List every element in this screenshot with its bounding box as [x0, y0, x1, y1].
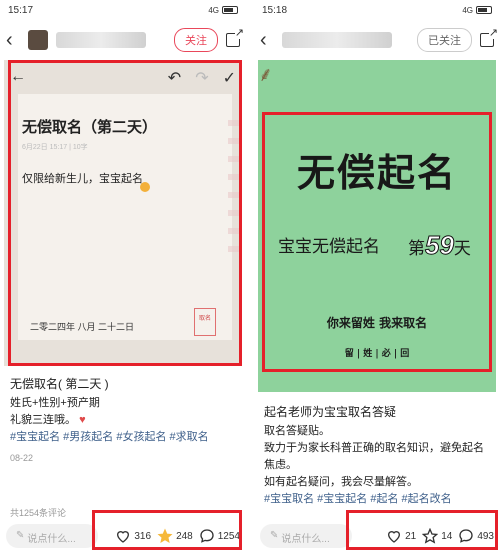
back-arrow-icon[interactable]: ‹ — [6, 29, 20, 52]
like-button[interactable]: 316 — [115, 528, 151, 544]
comparison-screenshot: 15:17 4G ‹ 关注 ← ↶ ↷ ✓ 无偿取 — [0, 0, 500, 557]
arrow-left-icon: ← — [10, 68, 26, 85]
post-line: 礼貌三连哦。 ♥ — [10, 414, 86, 426]
pencil-icon: ✎ — [270, 530, 279, 541]
status-time: 15:18 — [262, 4, 288, 16]
bottom-action-bar: ✎ 说点什么... 316 248 1254 — [0, 520, 246, 552]
bottom-action-bar: ✎ 说点什么... 21 14 493 — [254, 520, 500, 552]
post-description: 无偿取名( 第二天 ) 姓氏+性别+预产期 礼貌三连哦。 ♥ #宝宝起名 #男孩… — [10, 376, 240, 467]
post-header: ‹ 已关注 — [254, 20, 500, 60]
star-icon — [422, 528, 439, 544]
comment-button[interactable]: 1254 — [199, 528, 240, 544]
battery-icon — [476, 6, 492, 14]
note-body: 仅限给新生儿，宝宝起名 — [22, 173, 143, 185]
post-hashtags[interactable]: #宝宝取名 #宝宝起名 #起名 #起名改名 — [264, 491, 494, 508]
status-bar: 15:17 4G — [0, 0, 246, 20]
battery-icon — [222, 6, 238, 14]
left-phone-screen: 15:17 4G ‹ 关注 ← ↶ ↷ ✓ 无偿取 — [0, 0, 246, 557]
author-name-blurred[interactable] — [282, 32, 392, 48]
comment-input[interactable]: ✎ 说点什么... — [6, 524, 98, 548]
right-phone-screen: 15:18 4G ‹ 已关注 ⸙ 无偿起名 宝宝无偿起名 第59天 你来留姓 我… — [254, 0, 500, 557]
comments-total: 共1254条评论 — [10, 508, 67, 518]
status-time: 15:17 — [8, 4, 34, 16]
post-line: 致力于为家长科普正确的取名知识，避免起名焦虑。 — [264, 442, 484, 471]
poster-tagline: 你来留姓 我来取名 — [326, 316, 428, 330]
undo-icon: ↶ — [167, 70, 182, 87]
branch-decoration: ⸙ — [258, 64, 273, 86]
comment-input[interactable]: ✎ 说点什么... — [260, 524, 352, 548]
poster-subtitle: 宝宝无偿起名 — [278, 237, 380, 256]
post-line: 姓氏+性别+预产期 — [10, 397, 100, 409]
like-button[interactable]: 21 — [386, 528, 416, 544]
note-meta: 6月22日 15:17 | 10字 — [22, 144, 88, 151]
note-toolbar: ← ↶ ↷ ✓ — [10, 68, 236, 88]
post-image[interactable]: ← ↶ ↷ ✓ 无偿取名（第二天） 6月22日 15:17 | 10字 仅限给新… — [4, 60, 242, 366]
post-image[interactable]: ⸙ 无偿起名 宝宝无偿起名 第59天 你来留姓 我来取名 留 | 姓 | 必 |… — [258, 60, 496, 392]
redo-icon: ↷ — [195, 70, 209, 87]
post-line: 如有起名疑问，我会尽量解答。 — [264, 476, 418, 488]
comment-bubble-icon — [200, 529, 214, 543]
share-icon[interactable] — [480, 28, 498, 47]
poster-slogan: 留 | 姓 | 必 | 回 — [344, 349, 410, 359]
post-header: ‹ 关注 — [0, 20, 246, 60]
status-bar: 15:18 4G — [254, 0, 500, 20]
heart-icon — [388, 531, 401, 543]
author-name-blurred[interactable] — [56, 32, 146, 48]
post-line: 取名答疑贴。 — [264, 425, 330, 437]
following-button[interactable]: 已关注 — [417, 28, 472, 52]
star-button[interactable]: 248 — [157, 528, 193, 544]
comment-button[interactable]: 493 — [458, 528, 494, 544]
poster-title: 无偿起名 — [296, 150, 457, 195]
decorative-flower — [228, 120, 242, 260]
share-icon[interactable] — [226, 28, 244, 47]
cursor-dot — [140, 182, 150, 192]
post-title: 无偿取名( 第二天 ) — [10, 377, 109, 391]
back-arrow-icon[interactable]: ‹ — [260, 29, 274, 52]
divider — [246, 0, 254, 557]
follow-button[interactable]: 关注 — [174, 28, 218, 52]
post-description: 起名老师为宝宝取名答疑 取名答疑贴。 致力于为家长科普正确的取名知识，避免起名焦… — [264, 404, 494, 508]
star-button[interactable]: 14 — [422, 528, 452, 544]
heart-emoji-icon: ♥ — [79, 414, 86, 426]
post-hashtags[interactable]: #宝宝起名 #男孩起名 #女孩起名 #求取名 — [10, 429, 240, 446]
comment-bubble-icon — [459, 529, 473, 543]
seal-stamp: 取名 — [194, 308, 216, 336]
signal-icon: 4G — [208, 5, 219, 15]
avatar[interactable] — [28, 30, 48, 50]
day-number: 59 — [425, 230, 455, 261]
pencil-icon: ✎ — [16, 530, 25, 541]
check-icon: ✓ — [222, 70, 236, 87]
poster-day-counter: 第59天 — [408, 230, 471, 261]
note-title: 无偿取名（第二天） — [22, 118, 158, 136]
note-date: 二零二四年 八月 二十二日 — [30, 322, 135, 332]
post-title: 起名老师为宝宝取名答疑 — [264, 405, 397, 419]
heart-icon — [117, 531, 130, 543]
star-icon — [157, 528, 173, 544]
signal-icon: 4G — [462, 5, 473, 15]
post-date: 08-22 — [10, 453, 34, 463]
